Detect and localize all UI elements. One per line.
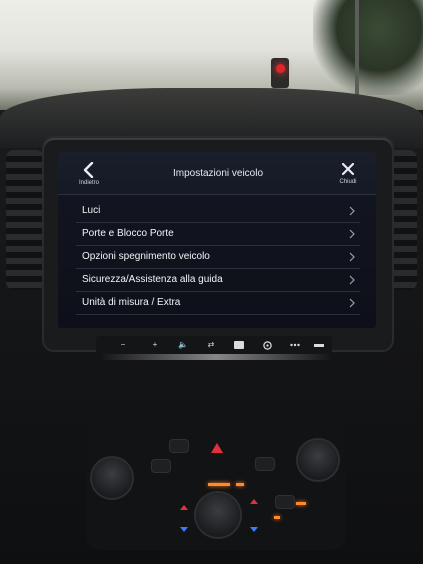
menu-item-label: Porte e Blocco Porte [82, 228, 174, 239]
screen-header: Indietro Impostazioni veicolo Chiudi [58, 152, 376, 195]
close-button[interactable]: Chiudi [334, 162, 362, 190]
menu-item-label: Luci [82, 205, 101, 216]
temperature-knob-right[interactable] [298, 440, 338, 480]
seat-heat-button[interactable] [276, 496, 294, 508]
back-label: Indietro [78, 180, 99, 186]
back-button[interactable]: Indietro [74, 162, 104, 190]
defrost-button[interactable] [256, 458, 274, 470]
chevron-right-icon [349, 298, 355, 308]
mute-button[interactable]: 🔈 [174, 336, 192, 354]
menu-item-unita[interactable]: Unità di misura / Extra [76, 292, 360, 315]
amber-indicator [274, 516, 280, 519]
page-title: Impostazioni veicolo [172, 168, 264, 179]
hazard-icon[interactable] [210, 442, 224, 454]
temp-up-right-icon[interactable] [250, 499, 258, 504]
menu-item-label: Sicurezza/Assistenza alla guida [82, 274, 223, 285]
recirculation-button[interactable] [152, 460, 170, 472]
fan-speed-knob[interactable] [196, 493, 240, 537]
tree-foliage [313, 0, 423, 95]
minus-bar-icon [314, 344, 324, 347]
street-pole [355, 0, 359, 95]
menu-item-sicurezza[interactable]: Sicurezza/Assistenza alla guida [76, 269, 360, 292]
temp-up-left-icon[interactable] [180, 505, 188, 510]
settings-button[interactable] [258, 336, 276, 354]
strip-ambient-light [100, 354, 332, 360]
temp-down-left-icon[interactable] [180, 527, 188, 532]
amber-indicator [296, 502, 306, 505]
media-icon [234, 341, 244, 349]
chevron-right-icon [349, 229, 355, 239]
menu-item-spegnimento[interactable]: Opzioni spegnimento veicolo [76, 246, 360, 269]
close-label: Chiudi [339, 179, 357, 185]
traffic-light-red-lamp [276, 64, 285, 73]
air-vent-left [6, 150, 44, 290]
traffic-light [271, 58, 289, 88]
chevron-left-icon [83, 162, 94, 178]
amber-indicator [236, 483, 244, 486]
amber-indicator [208, 483, 230, 486]
temp-down-right-icon[interactable] [250, 527, 258, 532]
gear-icon [262, 341, 272, 350]
car-interior-scene: Indietro Impostazioni veicolo Chiudi Luc… [0, 0, 423, 564]
power-button[interactable] [310, 336, 328, 354]
temperature-knob-left[interactable] [92, 458, 132, 498]
media-button[interactable] [230, 336, 248, 354]
chevron-right-icon [349, 275, 355, 285]
more-icon [290, 343, 300, 347]
menu-item-porte[interactable]: Porte e Blocco Porte [76, 223, 360, 246]
tune-button[interactable]: ⇄ [202, 336, 220, 354]
screen-control-strip: − + 🔈 ⇄ [96, 336, 332, 354]
menu-item-luci[interactable]: Luci [76, 200, 360, 223]
chevron-right-icon [349, 206, 355, 216]
climate-button[interactable] [170, 440, 188, 452]
menu-item-label: Opzioni spegnimento veicolo [82, 251, 210, 262]
volume-up-button[interactable]: + [146, 336, 164, 354]
volume-down-button[interactable]: − [114, 336, 132, 354]
chevron-right-icon [349, 252, 355, 262]
settings-menu-list: Luci Porte e Blocco Porte Opzioni spegni… [76, 200, 360, 315]
more-button[interactable] [286, 336, 304, 354]
close-icon [341, 162, 355, 176]
menu-item-label: Unità di misura / Extra [82, 297, 181, 308]
infotainment-screen: Indietro Impostazioni veicolo Chiudi Luc… [58, 152, 376, 328]
